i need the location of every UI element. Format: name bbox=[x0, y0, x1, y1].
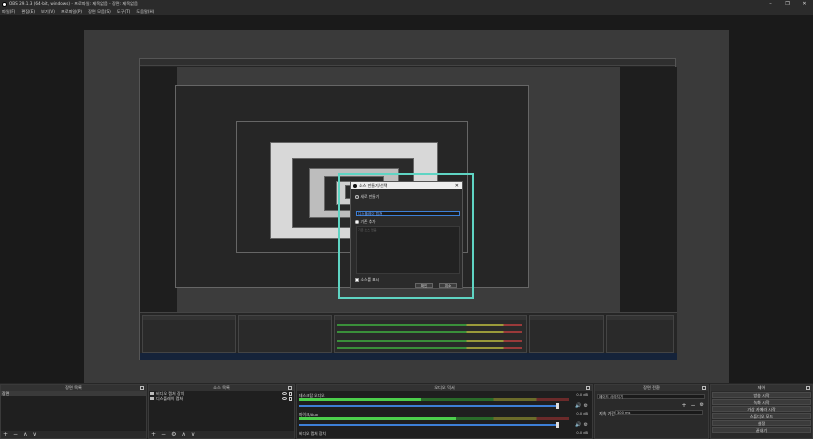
meter-level bbox=[299, 398, 421, 401]
menu-profile[interactable]: 프로파일(P) bbox=[61, 9, 82, 15]
maximize-button[interactable]: ❐ bbox=[779, 0, 796, 8]
transition-type-select[interactable]: 페이드 사라지기 bbox=[597, 394, 705, 399]
dialog-close-icon[interactable]: ✕ bbox=[455, 183, 459, 189]
menu-view[interactable]: 보기(V) bbox=[41, 9, 55, 15]
controls-dock-title: 제어 bbox=[757, 385, 766, 390]
obs-logo-icon bbox=[2, 1, 7, 7]
scene-up-button[interactable]: ∧ bbox=[23, 431, 27, 438]
menu-tools[interactable]: 도구(T) bbox=[117, 9, 131, 15]
add-transition-button[interactable]: + bbox=[681, 402, 686, 409]
add-source-button[interactable]: + bbox=[151, 431, 156, 438]
audio-mixer-dock: 오디오 믹서 데스크탑 오디오 0.0 dB 🔊 ⚙ 마이크/Aux 0.0 d… bbox=[296, 384, 593, 439]
mixer-channel-mic: 마이크/Aux 0.0 dB 🔊 ⚙ bbox=[299, 412, 590, 429]
existing-sources-list[interactable]: 기존 소스 없음 bbox=[356, 226, 460, 274]
start-virtual-camera-button[interactable]: 가상 카메라 시작 bbox=[712, 406, 811, 412]
studio-mode-button[interactable]: 스튜디오 모드 bbox=[712, 413, 811, 419]
start-recording-button[interactable]: 녹화 시작 bbox=[712, 399, 811, 405]
existing-sources-hint: 기존 소스 없음 bbox=[358, 228, 377, 232]
scenes-dock: 장면 목록 장면 + − ∧ ∨ bbox=[0, 384, 147, 439]
lock-icon[interactable] bbox=[289, 391, 292, 396]
menu-help[interactable]: 도움말(H) bbox=[136, 9, 154, 15]
exit-button[interactable]: 끝내기 bbox=[712, 427, 811, 433]
make-visible-label: 소스를 표시 bbox=[360, 277, 380, 282]
create-source-dialog: 소스 만들기/선택 ✕ 새로 만들기 디스플레이 캡쳐 기존 추가 기존 소스 … bbox=[350, 181, 463, 289]
ok-button[interactable]: 확인 bbox=[415, 283, 433, 288]
menu-file[interactable]: 파일(F) bbox=[2, 9, 15, 15]
bottom-docks: 장면 목록 장면 + − ∧ ∨ 소스 목록 비디오 캡처 장치 디스플레이 캡… bbox=[0, 383, 813, 439]
gear-icon[interactable]: ⚙ bbox=[584, 403, 588, 409]
window-controls: – ❐ ✕ bbox=[762, 0, 813, 8]
undock-icon[interactable] bbox=[140, 386, 144, 390]
scene-item[interactable]: 장면 bbox=[1, 391, 146, 396]
remove-scene-button[interactable]: − bbox=[13, 431, 18, 438]
create-new-radio[interactable] bbox=[355, 195, 359, 199]
menu-scene-collection[interactable]: 장면 모음(S) bbox=[88, 9, 111, 15]
undock-icon[interactable] bbox=[806, 386, 810, 390]
settings-button[interactable]: 설정 bbox=[712, 420, 811, 426]
transitions-dock-title: 장면 전환 bbox=[643, 385, 660, 390]
duration-input[interactable]: 300 ms bbox=[615, 410, 703, 415]
controls-dock: 제어 방송 시작 녹화 시작 가상 카메라 시작 스튜디오 모드 설정 끝내기 bbox=[710, 384, 813, 439]
volume-meter bbox=[299, 417, 569, 420]
gear-icon[interactable]: ⚙ bbox=[700, 402, 704, 409]
close-button[interactable]: ✕ bbox=[796, 0, 813, 8]
add-existing-radio[interactable] bbox=[355, 220, 359, 224]
undock-icon[interactable] bbox=[586, 386, 590, 390]
duration-label: 지속 기간 bbox=[599, 411, 615, 416]
visibility-eye-icon[interactable] bbox=[282, 397, 287, 400]
meter-level bbox=[299, 417, 456, 420]
source-item[interactable]: 디스플레이 캡쳐 bbox=[149, 396, 294, 401]
add-scene-button[interactable]: + bbox=[3, 431, 8, 438]
slider-handle[interactable] bbox=[556, 403, 559, 409]
mixer-channel-desktop: 데스크탑 오디오 0.0 dB 🔊 ⚙ bbox=[299, 393, 590, 410]
make-visible-checkbox[interactable] bbox=[355, 278, 359, 282]
create-new-label: 새로 만들기 bbox=[360, 194, 380, 199]
channel-db: 0.0 dB bbox=[576, 431, 588, 435]
mixer-channel-video: 비디오 캡처 장치 0.0 dB bbox=[299, 431, 590, 439]
sources-dock: 소스 목록 비디오 캡처 장치 디스플레이 캡쳐 + − ⚙ ∧ ∨ bbox=[148, 384, 295, 439]
source-down-button[interactable]: ∨ bbox=[191, 431, 195, 438]
volume-meter bbox=[299, 398, 569, 401]
scene-down-button[interactable]: ∨ bbox=[32, 431, 36, 438]
cancel-button[interactable]: 취소 bbox=[439, 283, 457, 288]
obs-dialog-icon bbox=[353, 183, 357, 188]
channel-db: 0.0 dB bbox=[576, 393, 588, 397]
nested-taskbar bbox=[140, 353, 677, 360]
speaker-icon[interactable]: 🔊 bbox=[575, 403, 581, 409]
mixer-dock-title: 오디오 믹서 bbox=[434, 385, 455, 390]
visibility-eye-icon[interactable] bbox=[282, 392, 287, 395]
lock-icon[interactable] bbox=[289, 396, 292, 401]
undock-icon[interactable] bbox=[288, 386, 292, 390]
sources-dock-title: 소스 목록 bbox=[213, 385, 230, 390]
source-properties-button[interactable]: ⚙ bbox=[171, 431, 176, 438]
title-bar: OBS 29.1.3 (64-bit, windows) - 프로파일: 제목없… bbox=[0, 0, 813, 8]
slider-handle[interactable] bbox=[556, 422, 559, 428]
source-label: 디스플레이 캡쳐 bbox=[156, 396, 184, 401]
gear-icon[interactable]: ⚙ bbox=[584, 422, 588, 428]
window-title: OBS 29.1.3 (64-bit, windows) - 프로파일: 제목없… bbox=[9, 1, 138, 6]
camera-icon bbox=[150, 392, 154, 395]
transitions-dock: 장면 전환 페이드 사라지기 + − ⚙ 지속 기간 300 ms bbox=[594, 384, 709, 439]
volume-slider[interactable] bbox=[299, 422, 559, 428]
nested-docks bbox=[140, 312, 677, 354]
channel-name: 비디오 캡처 장치 bbox=[299, 431, 326, 436]
preview-canvas[interactable]: 소스 만들기/선택 ✕ 새로 만들기 디스플레이 캡쳐 기존 추가 기존 소스 … bbox=[84, 30, 729, 395]
channel-db: 0.0 dB bbox=[576, 412, 588, 416]
menu-bar: 파일(F) 편집(E) 보기(V) 프로파일(P) 장면 모음(S) 도구(T)… bbox=[0, 8, 813, 15]
monitor-icon bbox=[150, 397, 154, 400]
undock-icon[interactable] bbox=[702, 386, 706, 390]
menu-edit[interactable]: 편집(E) bbox=[21, 9, 35, 15]
remove-source-button[interactable]: − bbox=[161, 431, 166, 438]
start-streaming-button[interactable]: 방송 시작 bbox=[712, 392, 811, 398]
add-existing-label: 기존 추가 bbox=[360, 219, 376, 224]
scenes-dock-title: 장면 목록 bbox=[65, 385, 82, 390]
minimize-button[interactable]: – bbox=[762, 0, 779, 8]
speaker-icon[interactable]: 🔊 bbox=[575, 422, 581, 428]
remove-transition-button[interactable]: − bbox=[690, 402, 695, 409]
preview-area: 소스 만들기/선택 ✕ 새로 만들기 디스플레이 캡쳐 기존 추가 기존 소스 … bbox=[0, 15, 813, 395]
volume-slider[interactable] bbox=[299, 403, 559, 409]
source-name-input[interactable]: 디스플레이 캡쳐 bbox=[356, 211, 460, 216]
source-up-button[interactable]: ∧ bbox=[181, 431, 185, 438]
dialog-title: 소스 만들기/선택 bbox=[359, 182, 388, 188]
